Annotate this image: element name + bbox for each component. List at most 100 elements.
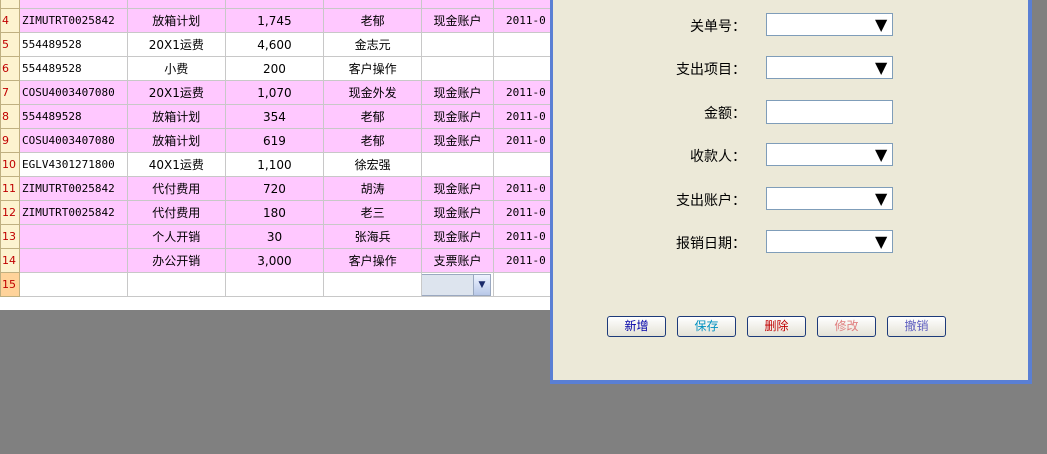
payee-cell[interactable]: 老三 — [323, 200, 422, 225]
account-cell[interactable]: ▼ — [421, 272, 494, 297]
table-row[interactable]: 6 554489528 小费 200 客户操作 — [0, 56, 553, 81]
payee-cell[interactable]: 客户操作 — [323, 248, 422, 273]
account-cell[interactable]: 现金账户 — [421, 80, 494, 105]
waybill-cell[interactable]: EGLV4301271800 — [18, 152, 128, 177]
payee-cell[interactable] — [323, 272, 422, 297]
payee-cell[interactable]: 徐宏强 — [323, 152, 422, 177]
amount-cell[interactable]: 180 — [224, 200, 325, 225]
amount-cell[interactable]: 30 — [224, 224, 325, 249]
row-number[interactable]: 7 — [0, 80, 20, 105]
expense-item-cell[interactable]: 小费 — [126, 56, 226, 81]
waybill-cell[interactable]: COSU4003407080 — [18, 80, 128, 105]
account-cell[interactable] — [421, 32, 494, 57]
date-cell[interactable]: 2011-0 — [492, 176, 553, 201]
table-row[interactable]: 11 ZIMUTRT0025842 代付费用 720 胡涛 现金账户 2011-0 — [0, 176, 553, 201]
account-cell[interactable]: 现金账户 — [421, 8, 494, 33]
row-number[interactable]: 11 — [0, 176, 20, 201]
date-cell[interactable] — [492, 152, 553, 177]
date-cell[interactable]: 2011-0 — [492, 200, 553, 225]
table-row[interactable]: 7 COSU4003407080 20X1运费 1,070 现金外发 现金账户 2011-0 — [0, 80, 553, 105]
chevron-down-icon[interactable]: ▼ — [875, 145, 887, 164]
account-cell[interactable] — [421, 56, 494, 81]
row-number[interactable]: 14 — [0, 248, 20, 273]
account-dropdown[interactable]: ▼ — [422, 273, 491, 296]
payee-cell[interactable]: 客户操作 — [323, 56, 422, 81]
customs-number-dropdown[interactable] — [766, 13, 893, 36]
row-number[interactable]: 15 — [0, 272, 20, 297]
waybill-cell[interactable]: 554489528 — [18, 32, 128, 57]
table-row[interactable]: 13 个人开销 30 张海兵 现金账户 2011-0 — [0, 224, 553, 249]
table-row[interactable]: 9 COSU4003407080 放箱计划 619 老郁 现金账户 2011-0 — [0, 128, 553, 153]
expense-item-cell[interactable]: 20X1运费 — [126, 80, 226, 105]
payee-cell[interactable]: 老郁 — [323, 8, 422, 33]
waybill-cell[interactable] — [18, 272, 128, 297]
waybill-cell[interactable]: COSU4003407080 — [18, 128, 128, 153]
amount-cell[interactable] — [224, 0, 325, 9]
amount-cell[interactable] — [224, 272, 325, 297]
row-number[interactable]: 5 — [0, 32, 20, 57]
chevron-down-icon[interactable]: ▼ — [875, 232, 887, 251]
date-cell[interactable]: 2011-0 — [492, 224, 553, 249]
waybill-cell[interactable] — [18, 248, 128, 273]
row-number[interactable]: 12 — [0, 200, 20, 225]
reimburse-date-dropdown[interactable] — [766, 230, 893, 253]
undo-button[interactable]: 撤销 — [887, 316, 946, 337]
table-row[interactable] — [0, 0, 553, 9]
date-cell[interactable]: 2011-0 — [492, 80, 553, 105]
date-cell[interactable] — [492, 0, 553, 9]
account-cell[interactable]: 现金账户 — [421, 128, 494, 153]
amount-cell[interactable]: 200 — [224, 56, 325, 81]
waybill-cell[interactable]: ZIMUTRT0025842 — [18, 176, 128, 201]
date-cell[interactable] — [492, 56, 553, 81]
table-row[interactable]: 4 ZIMUTRT0025842 放箱计划 1,745 老郁 现金账户 2011-0 — [0, 8, 553, 33]
account-cell[interactable] — [421, 0, 494, 9]
date-cell[interactable]: 2011-0 — [492, 104, 553, 129]
payee-cell[interactable]: 老郁 — [323, 128, 422, 153]
expense-account-dropdown[interactable] — [766, 186, 893, 210]
save-button[interactable]: 保存 — [677, 316, 736, 337]
date-cell[interactable] — [492, 272, 553, 297]
expense-item-cell[interactable]: 放箱计划 — [126, 8, 226, 33]
add-button[interactable]: 新增 — [607, 316, 666, 337]
amount-cell[interactable]: 619 — [224, 128, 325, 153]
row-number[interactable]: 13 — [0, 224, 20, 249]
expense-item-cell[interactable]: 办公开销 — [126, 248, 226, 273]
table-row[interactable]: 12 ZIMUTRT0025842 代付费用 180 老三 现金账户 2011-0 — [0, 200, 553, 225]
expense-item-cell[interactable]: 代付费用 — [126, 200, 226, 225]
amount-cell[interactable]: 1,745 — [224, 8, 325, 33]
expense-item-dropdown[interactable] — [766, 56, 893, 80]
date-cell[interactable]: 2011-0 — [492, 248, 553, 273]
chevron-down-icon[interactable]: ▼ — [875, 189, 887, 208]
amount-cell[interactable]: 720 — [224, 176, 325, 201]
table-row[interactable]: 8 554489528 放箱计划 354 老郁 现金账户 2011-0 — [0, 104, 553, 129]
table-row[interactable]: 5 554489528 20X1运费 4,600 金志元 — [0, 32, 553, 57]
waybill-cell[interactable] — [18, 224, 128, 249]
expense-item-cell[interactable]: 代付费用 — [126, 176, 226, 201]
expense-item-cell[interactable] — [126, 272, 226, 297]
row-number[interactable]: 10 — [0, 152, 20, 177]
expense-item-cell[interactable]: 放箱计划 — [126, 104, 226, 129]
row-number[interactable]: 6 — [0, 56, 20, 81]
expense-item-cell[interactable]: 40X1运费 — [126, 152, 226, 177]
chevron-down-icon[interactable]: ▼ — [875, 58, 887, 77]
waybill-cell[interactable] — [18, 0, 128, 9]
account-cell[interactable]: 支票账户 — [421, 248, 494, 273]
amount-cell[interactable]: 1,070 — [224, 80, 325, 105]
payee-cell[interactable]: 老郁 — [323, 104, 422, 129]
account-cell[interactable]: 现金账户 — [421, 200, 494, 225]
account-cell[interactable]: 现金账户 — [421, 176, 494, 201]
row-number[interactable]: 8 — [0, 104, 20, 129]
amount-cell[interactable]: 354 — [224, 104, 325, 129]
payee-cell[interactable]: 金志元 — [323, 32, 422, 57]
delete-button[interactable]: 删除 — [747, 316, 806, 337]
payee-cell[interactable]: 胡涛 — [323, 176, 422, 201]
amount-cell[interactable]: 3,000 — [224, 248, 325, 273]
waybill-cell[interactable]: 554489528 — [18, 104, 128, 129]
expense-item-cell[interactable]: 个人开销 — [126, 224, 226, 249]
row-number[interactable] — [0, 0, 20, 9]
date-cell[interactable] — [492, 32, 553, 57]
waybill-cell[interactable]: ZIMUTRT0025842 — [18, 200, 128, 225]
date-cell[interactable]: 2011-0 — [492, 128, 553, 153]
payee-cell[interactable]: 张海兵 — [323, 224, 422, 249]
amount-cell[interactable]: 1,100 — [224, 152, 325, 177]
